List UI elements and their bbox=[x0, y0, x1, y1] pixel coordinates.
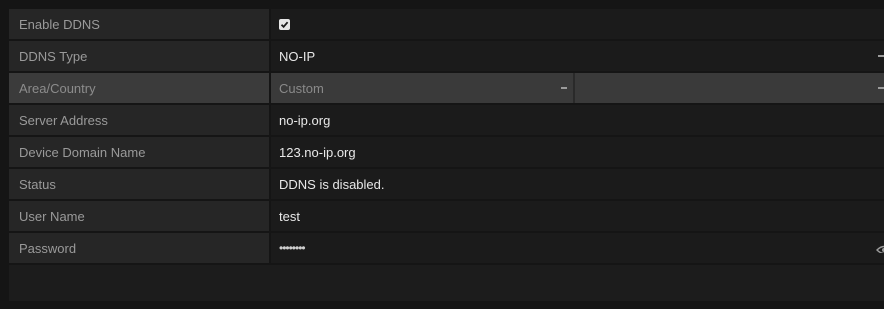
area-country-dropdown[interactable]: Custom bbox=[271, 73, 575, 103]
row-status: Status DDNS is disabled. bbox=[9, 169, 884, 201]
enable-ddns-checkbox[interactable] bbox=[279, 18, 290, 30]
password-label: Password bbox=[9, 233, 271, 263]
server-address-label: Server Address bbox=[9, 105, 271, 135]
row-user-name: User Name test bbox=[9, 201, 884, 233]
row-enable-ddns: Enable DDNS bbox=[9, 9, 884, 41]
user-name-value: test bbox=[279, 208, 300, 224]
ddns-type-value: NO-IP bbox=[279, 48, 316, 64]
server-address-input[interactable]: no-ip.org bbox=[271, 105, 884, 135]
area-country-secondary-dropdown[interactable] bbox=[575, 73, 884, 103]
row-device-domain-name: Device Domain Name 123.no-ip.org bbox=[9, 137, 884, 169]
area-country-value: Custom bbox=[271, 73, 884, 103]
device-domain-name-value: 123.no-ip.org bbox=[279, 144, 356, 160]
ddns-type-label: DDNS Type bbox=[9, 41, 271, 71]
user-name-label: User Name bbox=[9, 201, 271, 231]
device-domain-name-input[interactable]: 123.no-ip.org bbox=[271, 137, 884, 167]
chevron-down-icon bbox=[561, 87, 567, 89]
enable-ddns-value bbox=[271, 9, 884, 39]
eye-icon[interactable] bbox=[876, 243, 884, 253]
enable-ddns-label: Enable DDNS bbox=[9, 9, 271, 39]
row-area-country: Area/Country Custom bbox=[9, 73, 884, 105]
ddns-settings-panel: Enable DDNS DDNS Type NO-IP Area/Country… bbox=[9, 9, 884, 301]
status-value-cell: DDNS is disabled. bbox=[271, 169, 884, 199]
area-country-label: Area/Country bbox=[9, 73, 271, 103]
area-country-selected: Custom bbox=[279, 80, 324, 96]
status-value: DDNS is disabled. bbox=[279, 176, 385, 192]
chevron-down-icon bbox=[878, 55, 884, 57]
row-ddns-type: DDNS Type NO-IP bbox=[9, 41, 884, 73]
password-value: •••••••• bbox=[279, 241, 306, 255]
user-name-input[interactable]: test bbox=[271, 201, 884, 231]
password-input[interactable]: •••••••• bbox=[271, 233, 884, 263]
checkbox-checked-icon bbox=[280, 21, 289, 28]
device-domain-name-label: Device Domain Name bbox=[9, 137, 271, 167]
ddns-type-dropdown[interactable]: NO-IP bbox=[271, 41, 884, 71]
chevron-down-icon bbox=[878, 87, 884, 89]
row-server-address: Server Address no-ip.org bbox=[9, 105, 884, 137]
status-label: Status bbox=[9, 169, 271, 199]
server-address-value: no-ip.org bbox=[279, 112, 331, 128]
row-password: Password •••••••• bbox=[9, 233, 884, 265]
